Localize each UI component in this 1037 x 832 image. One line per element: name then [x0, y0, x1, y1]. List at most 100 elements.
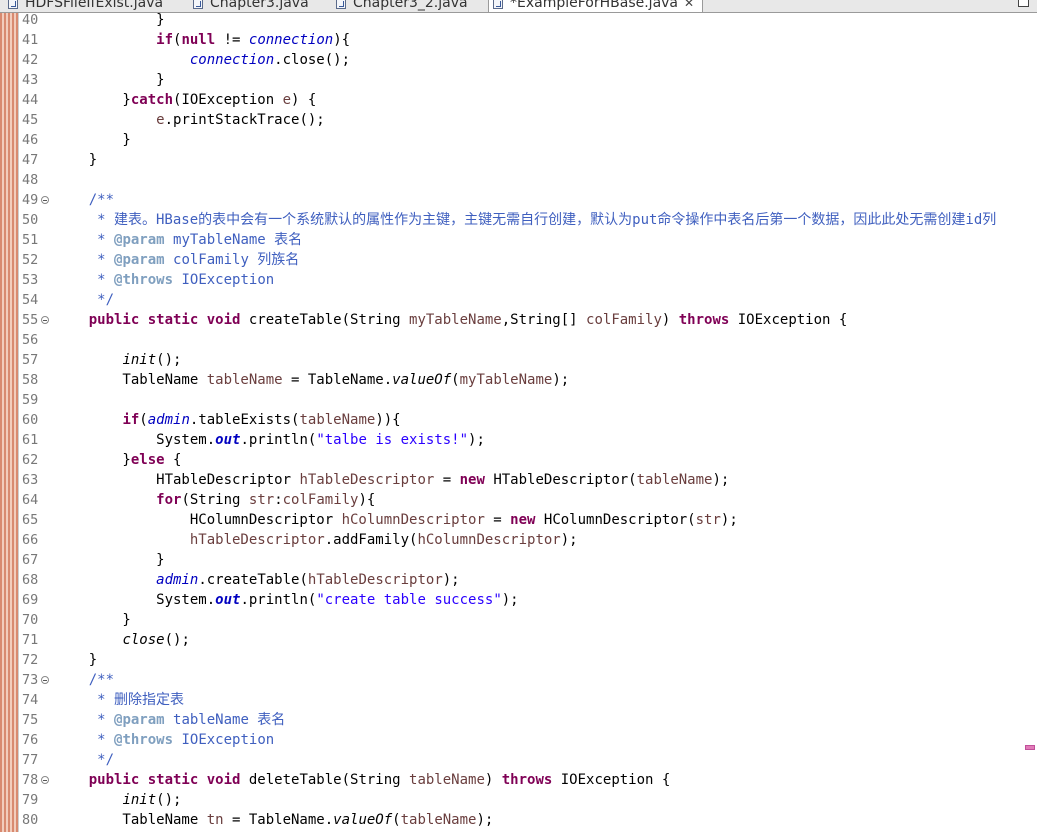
code-line[interactable]: 76 * @throws IOException [0, 730, 1037, 750]
code-line[interactable]: 40 } [0, 10, 1037, 30]
collapse-icon[interactable] [41, 316, 49, 324]
code-line[interactable]: 53 * @throws IOException [0, 270, 1037, 290]
code-token: ( [392, 812, 401, 828]
code-line[interactable]: 57 init(); [0, 350, 1037, 370]
code-token: new [510, 512, 536, 528]
line-number: 65 [22, 512, 39, 528]
code-token: ){ [358, 492, 376, 508]
code-token: if [156, 32, 174, 48]
line-number: 57 [22, 352, 39, 368]
code-token: IOException [173, 272, 275, 288]
code-line[interactable]: 68 admin.createTable(hTableDescriptor); [0, 570, 1037, 590]
code-line[interactable]: 72 } [0, 650, 1037, 670]
code-line[interactable]: 46 } [0, 130, 1037, 150]
code-line[interactable]: 73 /** [0, 670, 1037, 690]
line-number: 71 [22, 632, 39, 648]
code-token: IOException { [552, 772, 671, 788]
code-line[interactable]: 59 [0, 390, 1037, 410]
code-text: }else { [55, 450, 181, 470]
overview-ruler-marker[interactable] [1025, 745, 1035, 750]
code-line[interactable]: 71 close(); [0, 630, 1037, 650]
code-text: e.printStackTrace(); [55, 110, 325, 130]
code-line[interactable]: 42 connection.close(); [0, 50, 1037, 70]
code-line[interactable]: 60 if(admin.tableExists(tableName)){ [0, 410, 1037, 430]
code-token: (String [181, 492, 249, 508]
code-token: { [164, 452, 182, 468]
code-token: HTableDescriptor( [484, 472, 637, 488]
code-text: * @param tableName 表名 [55, 710, 285, 730]
code-token: catch [130, 92, 174, 108]
code-text: * @param colFamily 列族名 [55, 250, 299, 270]
code-line[interactable]: 66 hTableDescriptor.addFamily(hColumnDes… [0, 530, 1037, 550]
code-text: for(String str:colFamily){ [55, 490, 375, 510]
code-token: "talbe is exists!" [316, 432, 469, 448]
code-line[interactable]: 62 }else { [0, 450, 1037, 470]
line-number: 63 [22, 472, 39, 488]
code-token: tableName [299, 412, 376, 428]
collapse-icon[interactable] [41, 776, 49, 784]
code-line[interactable]: 79 init(); [0, 790, 1037, 810]
code-line[interactable]: 64 for(String str:colFamily){ [0, 490, 1037, 510]
code-line[interactable]: 67 } [0, 550, 1037, 570]
code-line[interactable]: 74 * 删除指定表 [0, 690, 1037, 710]
code-token: public static void [88, 312, 241, 328]
line-number: 54 [22, 292, 39, 308]
code-token: System. [55, 432, 216, 448]
code-token: tableName [206, 372, 283, 388]
line-number: 53 [22, 272, 39, 288]
code-line[interactable]: 56 [0, 330, 1037, 350]
code-line[interactable]: 43 } [0, 70, 1037, 90]
code-line[interactable]: 70 } [0, 610, 1037, 630]
code-token: hColumnDescriptor [417, 532, 561, 548]
code-line[interactable]: 45 e.printStackTrace(); [0, 110, 1037, 130]
code-line[interactable]: 58 TableName tableName = TableName.value… [0, 370, 1037, 390]
line-number: 69 [22, 592, 39, 608]
code-token: /** [88, 192, 115, 208]
code-line[interactable]: 63 HTableDescriptor hTableDescriptor = n… [0, 470, 1037, 490]
code-text: */ [55, 290, 114, 310]
code-token: if [122, 412, 140, 428]
code-token: .createTable( [198, 572, 308, 588]
code-line[interactable]: 80 TableName tn = TableName.valueOf(tabl… [0, 810, 1037, 830]
code-line[interactable]: 47 } [0, 150, 1037, 170]
code-token: for [156, 492, 182, 508]
code-line[interactable]: 52 * @param colFamily 列族名 [0, 250, 1037, 270]
code-line[interactable]: 65 HColumnDescriptor hColumnDescriptor =… [0, 510, 1037, 530]
code-token: = [484, 512, 511, 528]
code-line[interactable]: 49 /** [0, 190, 1037, 210]
code-line[interactable]: 50 * 建表。HBase的表中会有一个系统默认的属性作为主键，主键无需自行创建… [0, 210, 1037, 230]
code-line[interactable]: 77 */ [0, 750, 1037, 770]
code-line[interactable]: 51 * @param myTableName 表名 [0, 230, 1037, 250]
code-token: * [55, 272, 115, 288]
collapse-icon[interactable] [41, 196, 49, 204]
code-line[interactable]: 75 * @param tableName 表名 [0, 710, 1037, 730]
code-token: createTable(String [240, 312, 410, 328]
code-token: .println( [240, 432, 317, 448]
code-token: ( [139, 412, 148, 428]
code-line[interactable]: 44 }catch(IOException e) { [0, 90, 1037, 110]
code-token: System. [55, 592, 216, 608]
code-text: close(); [55, 630, 189, 650]
code-token: tableName [400, 812, 477, 828]
code-line[interactable]: 78 public static void deleteTable(String… [0, 770, 1037, 790]
code-line[interactable]: 54 */ [0, 290, 1037, 310]
line-number: 76 [22, 732, 39, 748]
code-line[interactable]: 55 public static void createTable(String… [0, 310, 1037, 330]
line-number: 79 [22, 792, 39, 808]
line-number: 43 [22, 72, 39, 88]
code-editor[interactable]: 40 } 41 if(null != connection){42 connect… [0, 0, 1037, 832]
code-token: /** [88, 672, 115, 688]
code-token: ); [476, 812, 494, 828]
code-text: TableName tn = TableName.valueOf(tableNa… [55, 810, 493, 830]
collapse-icon[interactable] [41, 676, 49, 684]
code-line[interactable]: 61 System.out.println("talbe is exists!"… [0, 430, 1037, 450]
code-line[interactable]: 48 [0, 170, 1037, 190]
code-line[interactable]: 69 System.out.println("create table succ… [0, 590, 1037, 610]
code-token: )){ [375, 412, 401, 428]
code-token: hTableDescriptor [189, 532, 325, 548]
code-line[interactable]: 41 if(null != connection){ [0, 30, 1037, 50]
